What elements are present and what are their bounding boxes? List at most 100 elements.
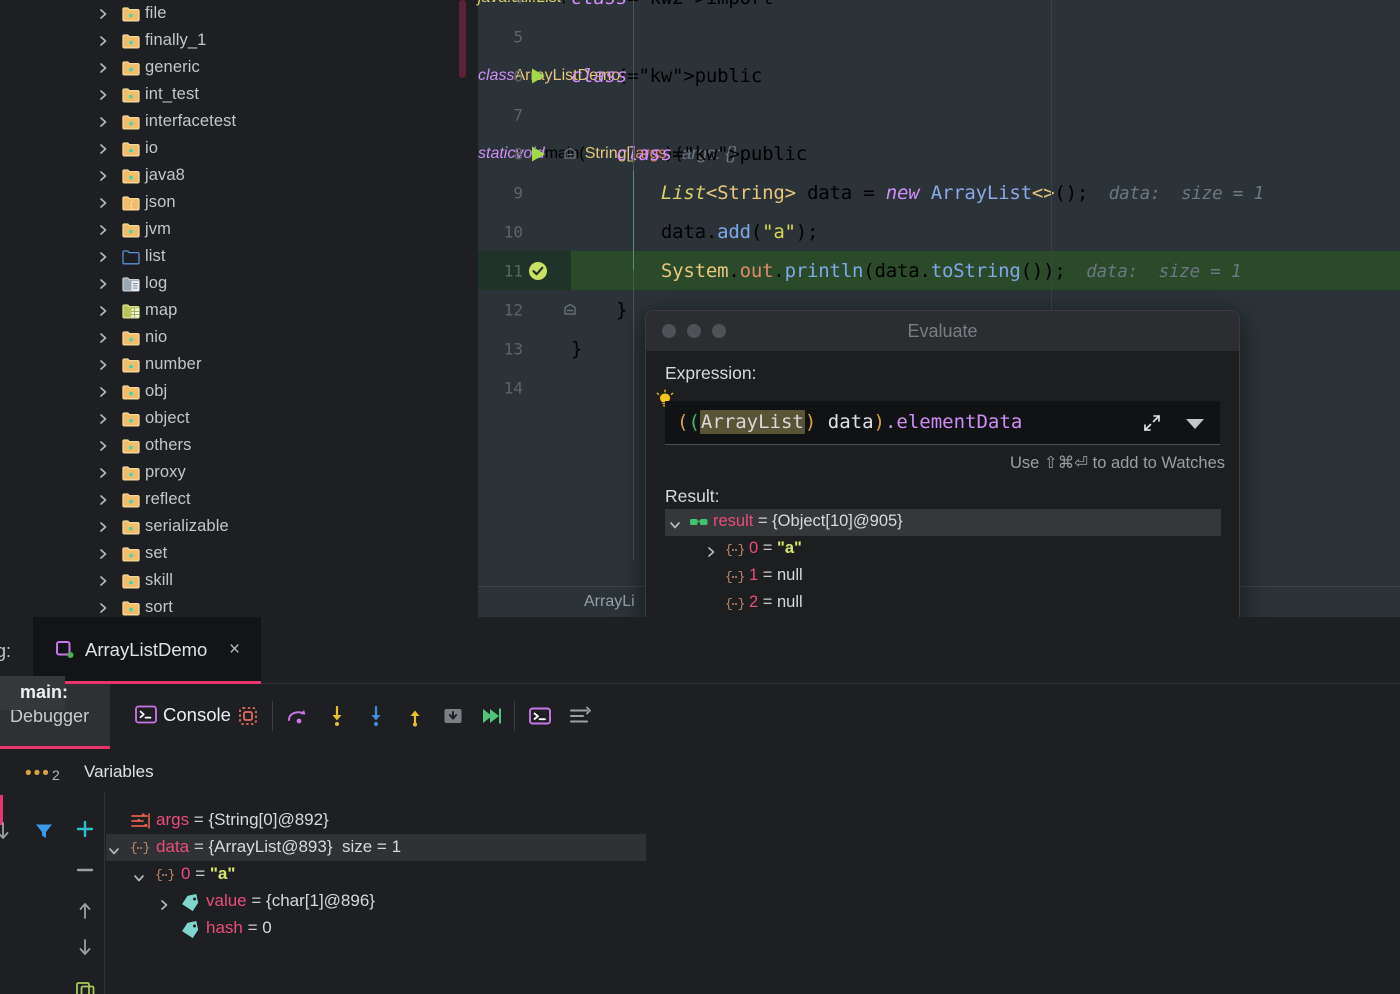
editor-gutter[interactable]: 7	[478, 95, 571, 134]
tree-item-java8[interactable]: java8	[0, 162, 185, 189]
chevron-right-icon[interactable]	[97, 8, 109, 20]
tree-item-set[interactable]: set	[0, 540, 167, 567]
chevron-right-icon[interactable]	[97, 548, 109, 560]
step-over-icon[interactable]	[285, 704, 309, 728]
chevron-right-icon[interactable]	[97, 386, 109, 398]
copy-icon[interactable]	[74, 980, 96, 994]
chevron-right-icon[interactable]	[97, 89, 109, 101]
tree-item-sort[interactable]: sort	[0, 594, 173, 617]
editor-gutter[interactable]: 11	[478, 251, 571, 290]
expression-history-dropdown-icon[interactable]	[1186, 419, 1204, 429]
mute-breakpoints-icon[interactable]	[236, 704, 260, 728]
breadcrumb[interactable]: ArrayLi	[584, 593, 635, 611]
add-icon[interactable]	[74, 818, 96, 840]
tree-item-finally_1[interactable]: finally_1	[0, 27, 206, 54]
step-into-icon[interactable]	[325, 704, 349, 728]
tree-item-obj[interactable]: obj	[0, 378, 167, 405]
tree-item-others[interactable]: others	[0, 432, 191, 459]
chevron-right-icon[interactable]	[97, 170, 109, 182]
variables-tree-row[interactable]: {}0 = "a"	[106, 861, 646, 888]
run-gutter-icon[interactable]	[528, 144, 548, 164]
tree-item-log[interactable]: log	[0, 270, 167, 297]
chevron-right-icon[interactable]	[97, 575, 109, 587]
editor-gutter[interactable]: 9	[478, 173, 571, 212]
close-icon[interactable]: ×	[229, 639, 240, 661]
editor-gutter[interactable]: 8	[478, 134, 571, 173]
run-configuration-tab[interactable]: ArrayListDemo ×	[33, 617, 261, 683]
code-line-9[interactable]: 9 List<String> data = new ArrayList<>();…	[478, 173, 1400, 212]
step-out-icon[interactable]	[403, 704, 427, 728]
variables-tree-row[interactable]: value = {char[1]@896}	[106, 888, 646, 915]
code-line-6[interactable]: 6 class="kw">public class ArrayListDemo …	[478, 56, 1400, 95]
settings-lines-icon[interactable]	[568, 704, 592, 728]
tree-item-jvm[interactable]: jvm	[0, 216, 171, 243]
chevron-right-icon[interactable]	[705, 544, 716, 555]
variables-tree-row[interactable]: hash = 0	[106, 915, 646, 942]
chevron-right-icon[interactable]	[97, 359, 109, 371]
move-down-icon[interactable]	[74, 936, 96, 958]
code-line-4[interactable]: 4 class="kw2">import java.util.List;	[478, 0, 1400, 17]
editor-gutter[interactable]: 12	[478, 290, 571, 329]
tab-console-label[interactable]: Console	[163, 704, 231, 726]
chevron-right-icon[interactable]	[97, 521, 109, 533]
tree-item-list[interactable]: list	[0, 243, 166, 270]
chevron-right-icon[interactable]	[97, 494, 109, 506]
project-tree-panel[interactable]: file finally_1 generic int_test interfac…	[0, 0, 478, 617]
editor-gutter[interactable]: 13	[478, 329, 571, 368]
code-line-7[interactable]: 7	[478, 95, 1400, 134]
chevron-right-icon[interactable]	[97, 35, 109, 47]
chevron-right-icon[interactable]	[97, 143, 109, 155]
frames-dots-icon[interactable]: •••	[25, 763, 51, 785]
result-tree-row[interactable]: {}0 = "a"	[665, 536, 1221, 563]
tree-item-serializable[interactable]: serializable	[0, 513, 229, 540]
chevron-right-icon[interactable]	[97, 224, 109, 236]
tests-passed-icon[interactable]	[528, 261, 548, 281]
chevron-right-icon[interactable]	[158, 896, 170, 908]
chevron-right-icon[interactable]	[97, 197, 109, 209]
result-tree-row[interactable]: {}1 = null	[665, 563, 1221, 590]
chevron-right-icon[interactable]	[97, 116, 109, 128]
sort-down-icon[interactable]	[0, 820, 14, 842]
chevron-right-icon[interactable]	[97, 467, 109, 479]
editor-gutter[interactable]: 10	[478, 212, 571, 251]
chevron-down-icon[interactable]	[133, 869, 145, 881]
chevron-right-icon[interactable]	[97, 251, 109, 263]
chevron-right-icon[interactable]	[97, 440, 109, 452]
editor-gutter[interactable]: 14	[478, 368, 571, 407]
force-step-into-icon[interactable]	[364, 704, 388, 728]
tree-item-nio[interactable]: nio	[0, 324, 167, 351]
remove-icon[interactable]	[74, 859, 96, 881]
code-line-5[interactable]: 5	[478, 17, 1400, 56]
filter-icon[interactable]	[33, 820, 55, 842]
tree-item-json[interactable]: { json	[0, 189, 176, 216]
tree-item-int_test[interactable]: int_test	[0, 81, 199, 108]
code-line-10[interactable]: 10 data.add("a");	[478, 212, 1400, 251]
variables-tree[interactable]: args = {String[0]@892}{}data = {ArrayLis…	[106, 807, 646, 942]
chevron-right-icon[interactable]	[97, 602, 109, 614]
chevron-right-icon[interactable]	[97, 332, 109, 344]
editor-gutter[interactable]: 4	[478, 0, 571, 17]
tree-item-skill[interactable]: skill	[0, 567, 173, 594]
run-to-cursor-icon[interactable]	[479, 704, 503, 728]
dialog-titlebar[interactable]: Evaluate	[646, 311, 1239, 351]
tree-item-interfacetest[interactable]: interfacetest	[0, 108, 236, 135]
editor-gutter[interactable]: 5	[478, 17, 571, 56]
result-tree-row[interactable]: result = {Object[10]@905}	[665, 509, 1221, 536]
run-gutter-icon[interactable]	[528, 66, 548, 86]
code-line-11[interactable]: 11 System.out.println(data.toString()); …	[478, 251, 1400, 290]
chevron-right-icon[interactable]	[97, 305, 109, 317]
drop-frame-icon[interactable]	[441, 704, 465, 728]
chevron-right-icon[interactable]	[97, 62, 109, 74]
project-tree-scrollbar[interactable]	[459, 0, 466, 78]
tree-item-number[interactable]: number	[0, 351, 202, 378]
evaluate-expression-icon[interactable]	[528, 704, 552, 728]
result-tree-row[interactable]: {}2 = null	[665, 590, 1221, 617]
variables-tree-row[interactable]: args = {String[0]@892}	[106, 807, 646, 834]
tree-item-generic[interactable]: generic	[0, 54, 200, 81]
tree-item-object[interactable]: object	[0, 405, 190, 432]
tree-item-reflect[interactable]: reflect	[0, 486, 191, 513]
tree-item-proxy[interactable]: proxy	[0, 459, 186, 486]
editor-gutter[interactable]: 6	[478, 56, 571, 95]
chevron-down-icon[interactable]	[669, 517, 680, 528]
chevron-right-icon[interactable]	[97, 413, 109, 425]
